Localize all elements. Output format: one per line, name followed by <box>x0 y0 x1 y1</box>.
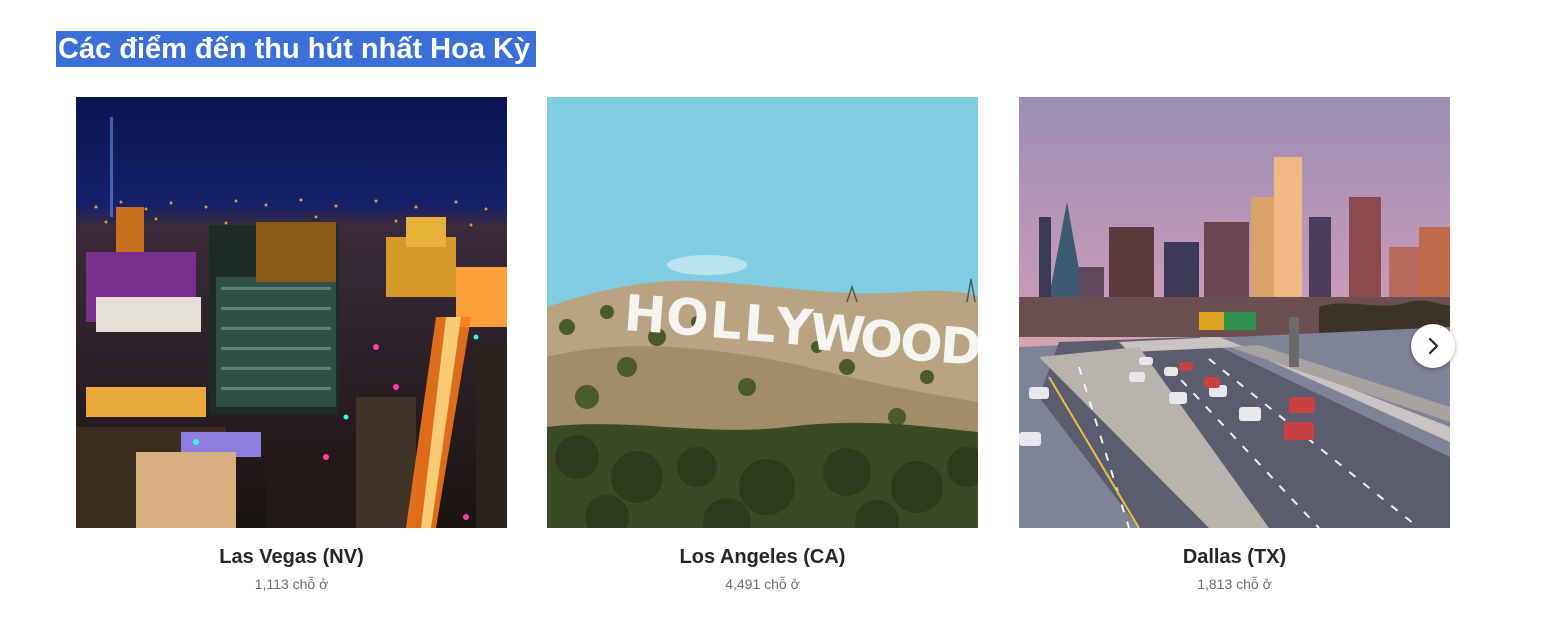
svg-text:O: O <box>858 309 904 370</box>
carousel-next-button[interactable] <box>1411 324 1455 368</box>
svg-text:L: L <box>742 294 778 354</box>
destination-card-las-vegas[interactable]: Las Vegas (NV) 1,113 chỗ ở <box>76 97 507 607</box>
hollywood-sign-photo[interactable]: H O L L Y W O O D <box>547 97 978 528</box>
destination-count: 4,491 chỗ ở <box>725 576 800 592</box>
svg-text:D: D <box>938 316 978 377</box>
svg-text:O: O <box>898 313 944 374</box>
las-vegas-photo[interactable] <box>76 97 507 528</box>
destination-count: 1,113 chỗ ở <box>254 576 329 592</box>
destination-card-dallas[interactable]: Dallas (TX) 1,813 chỗ ở <box>1019 97 1450 607</box>
dallas-photo[interactable] <box>1019 97 1450 528</box>
destination-name: Los Angeles (CA) <box>679 546 846 568</box>
svg-text:L: L <box>708 291 744 351</box>
destination-name: Las Vegas (NV) <box>219 546 364 568</box>
destination-card-los-angeles[interactable]: H O L L Y W O O D Los Angeles (CA) 4,491… <box>547 97 978 607</box>
destination-name: Dallas (TX) <box>1182 546 1287 568</box>
destination-count: 1,813 chỗ ở <box>1197 576 1272 592</box>
chevron-right-icon <box>1423 336 1443 356</box>
svg-text:H: H <box>622 284 668 345</box>
section-title: Các điểm đến thu hút nhất Hoa Kỳ <box>56 31 537 67</box>
svg-text:O: O <box>664 287 710 348</box>
destination-carousel: Las Vegas (NV) 1,113 chỗ ở H O L L Y W O… <box>76 97 1450 607</box>
